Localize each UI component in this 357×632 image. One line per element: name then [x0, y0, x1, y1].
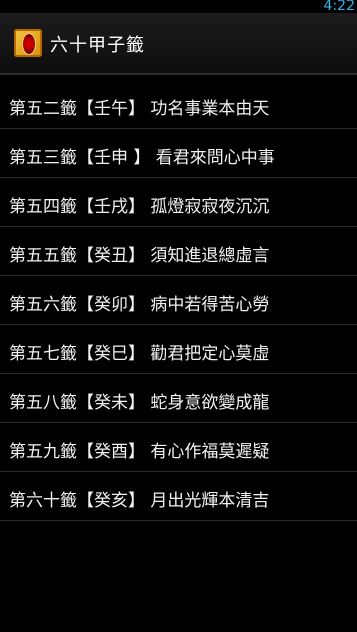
list-item-label: 第六十籤【癸亥】 月出光輝本清吉 — [9, 491, 270, 511]
status-bar: 4:22 — [0, 0, 357, 14]
list-item-label: 第五七籤【癸巳】 勸君把定心莫虛 — [9, 344, 270, 364]
list-item[interactable]: 第六十籤【癸亥】 月出光輝本清吉 — [0, 472, 357, 521]
lot-list: 第五二籤【壬午】 功名事業本由天 第五三籤【壬申 】 看君來問心中事 第五四籤【… — [0, 80, 357, 521]
list-item-label: 第五九籤【癸酉】 有心作福莫遲疑 — [9, 442, 270, 462]
list-item-label: 第五八籤【癸未】 蛇身意欲變成龍 — [9, 393, 270, 413]
action-bar: 六十甲子籤 — [0, 13, 357, 75]
list-item[interactable]: 第五三籤【壬申 】 看君來問心中事 — [0, 129, 357, 178]
list-item[interactable]: 第五二籤【壬午】 功名事業本由天 — [0, 80, 357, 129]
app-icon[interactable] — [14, 29, 42, 57]
list-item[interactable]: 第五八籤【癸未】 蛇身意欲變成龍 — [0, 374, 357, 423]
app-title: 六十甲子籤 — [50, 35, 145, 56]
list-item[interactable]: 第五九籤【癸酉】 有心作福莫遲疑 — [0, 423, 357, 472]
list-item[interactable]: 第五七籤【癸巳】 勸君把定心莫虛 — [0, 325, 357, 374]
list-item-label: 第五四籤【壬戌】 孤燈寂寂夜沉沉 — [9, 197, 270, 217]
list-item-label: 第五二籤【壬午】 功名事業本由天 — [9, 99, 270, 119]
list-item-label: 第五六籤【癸卯】 病中若得苦心勞 — [9, 295, 270, 315]
status-time: 4:22 — [323, 0, 355, 14]
list-item[interactable]: 第五四籤【壬戌】 孤燈寂寂夜沉沉 — [0, 178, 357, 227]
list-item-label: 第五三籤【壬申 】 看君來問心中事 — [9, 148, 275, 168]
list-item-label: 第五五籤【癸丑】 須知進退總虛言 — [9, 246, 270, 266]
list-item[interactable]: 第五六籤【癸卯】 病中若得苦心勞 — [0, 276, 357, 325]
list-item[interactable]: 第五五籤【癸丑】 須知進退總虛言 — [0, 227, 357, 276]
